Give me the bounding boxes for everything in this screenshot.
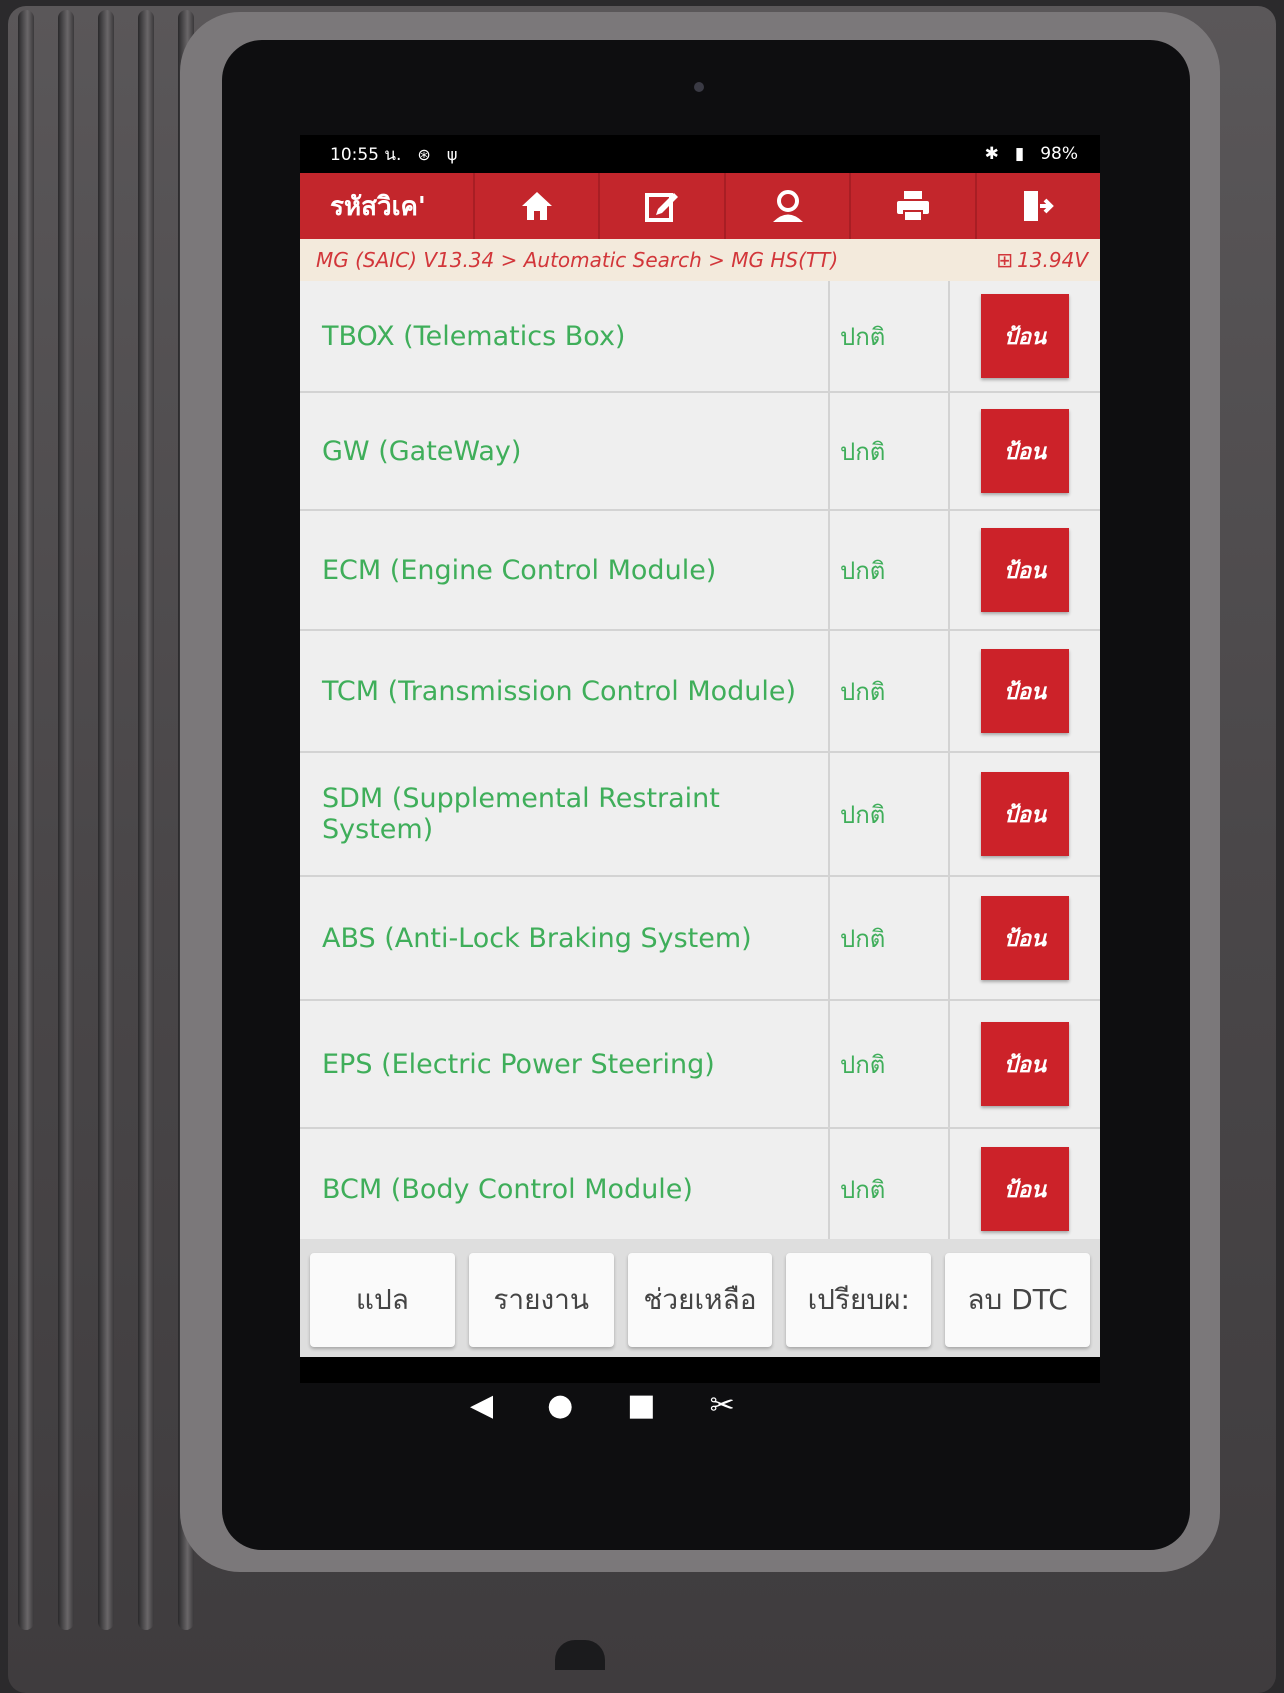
system-status: ปกติ [830, 753, 950, 875]
help-button[interactable]: ช่วยเหลือ [627, 1253, 773, 1347]
table-row: SDM (Supplemental Restraint System) ปกติ… [300, 753, 1100, 877]
camera-icon [694, 82, 704, 92]
table-row: ECM (Engine Control Module) ปกติ ป้อน [300, 511, 1100, 631]
translate-button[interactable]: แปล [310, 1253, 455, 1347]
bottom-action-bar: แปล รายงาน ช่วยเหลือ เปรียบผ: ลบ DTC [300, 1239, 1100, 1357]
system-list: TBOX (Telematics Box) ปกติ ป้อน GW (Gate… [300, 281, 1100, 1239]
table-row: BCM (Body Control Module) ปกติ ป้อน [300, 1129, 1100, 1239]
system-status: ปกติ [830, 281, 950, 391]
edit-button[interactable] [600, 173, 726, 239]
system-status: ปกติ [830, 877, 950, 999]
table-row: TBOX (Telematics Box) ปกติ ป้อน [300, 281, 1100, 393]
home-icon [521, 192, 552, 220]
table-row: TCM (Transmission Control Module) ปกติ ป… [300, 631, 1100, 753]
device-notch [555, 1640, 605, 1670]
print-button[interactable] [851, 173, 977, 239]
enter-button[interactable]: ป้อน [981, 649, 1069, 733]
voltage-readout: ⊞ 13.94V [996, 248, 1088, 272]
user-button[interactable] [726, 173, 852, 239]
battery-voltage-icon: ⊞ [996, 248, 1014, 272]
voltage-value: 13.94V [1017, 248, 1088, 272]
usb-icon: ψ [446, 144, 458, 164]
system-name: TCM (Transmission Control Module) [300, 631, 830, 751]
home-button[interactable] [475, 173, 601, 239]
system-name: SDM (Supplemental Restraint System) [300, 753, 830, 875]
breadcrumb: MG (SAIC) V13.34 > Automatic Search > MG… [300, 239, 1100, 281]
home-circle-icon[interactable]: ● [547, 1388, 573, 1423]
system-name: GW (GateWay) [300, 393, 830, 509]
enter-button[interactable]: ป้อน [981, 1147, 1069, 1231]
exit-button[interactable] [977, 173, 1100, 239]
system-name: ABS (Anti-Lock Braking System) [300, 877, 830, 999]
android-nav-bar: ◀ ● ■ ✂ [470, 1380, 870, 1430]
recents-icon[interactable]: ■ [627, 1388, 655, 1423]
report-button[interactable]: รายงาน [468, 1253, 614, 1347]
system-status: ปกติ [830, 511, 950, 629]
tablet-screen: 10:55 น. ⊛ ψ ✱ ▮ 98% รหัสวิเค' MG (SAIC)… [300, 135, 1100, 1383]
system-name: TBOX (Telematics Box) [300, 281, 830, 391]
status-bar: 10:55 น. ⊛ ψ ✱ ▮ 98% [300, 135, 1100, 173]
system-status: ปกติ [830, 631, 950, 751]
print-icon [896, 191, 929, 222]
app-title: รหัสวิเค' [300, 173, 475, 239]
enter-button[interactable]: ป้อน [981, 409, 1069, 493]
enter-button[interactable]: ป้อน [981, 896, 1069, 980]
clear-dtc-button[interactable]: ลบ DTC [945, 1253, 1090, 1347]
breadcrumb-path: MG (SAIC) V13.34 > Automatic Search > MG… [316, 248, 839, 272]
table-row: EPS (Electric Power Steering) ปกติ ป้อน [300, 1001, 1100, 1129]
compare-button[interactable]: เปรียบผ: [786, 1253, 932, 1347]
exit-icon [1024, 191, 1055, 221]
system-name: BCM (Body Control Module) [300, 1129, 830, 1239]
system-status: ปกติ [830, 1129, 950, 1239]
enter-button[interactable]: ป้อน [981, 294, 1069, 378]
enter-button[interactable]: ป้อน [981, 528, 1069, 612]
table-row: ABS (Anti-Lock Braking System) ปกติ ป้อน [300, 877, 1100, 1001]
app-toolbar: รหัสวิเค' [300, 173, 1100, 239]
screenshot-icon[interactable]: ✂ [710, 1388, 735, 1423]
enter-button[interactable]: ป้อน [981, 772, 1069, 856]
table-row: GW (GateWay) ปกติ ป้อน [300, 393, 1100, 511]
status-time: 10:55 น. [330, 144, 402, 165]
system-name: EPS (Electric Power Steering) [300, 1001, 830, 1127]
edit-icon [645, 193, 679, 222]
settings-status-icon: ⊛ [417, 144, 431, 164]
enter-button[interactable]: ป้อน [981, 1022, 1069, 1106]
user-icon [772, 190, 803, 222]
battery-icon: ▮ [1014, 144, 1025, 164]
battery-level: 98% [1040, 144, 1078, 164]
bluetooth-icon: ✱ [984, 144, 999, 164]
back-icon[interactable]: ◀ [470, 1388, 493, 1423]
system-status: ปกติ [830, 393, 950, 509]
system-name: ECM (Engine Control Module) [300, 511, 830, 629]
system-status: ปกติ [830, 1001, 950, 1127]
